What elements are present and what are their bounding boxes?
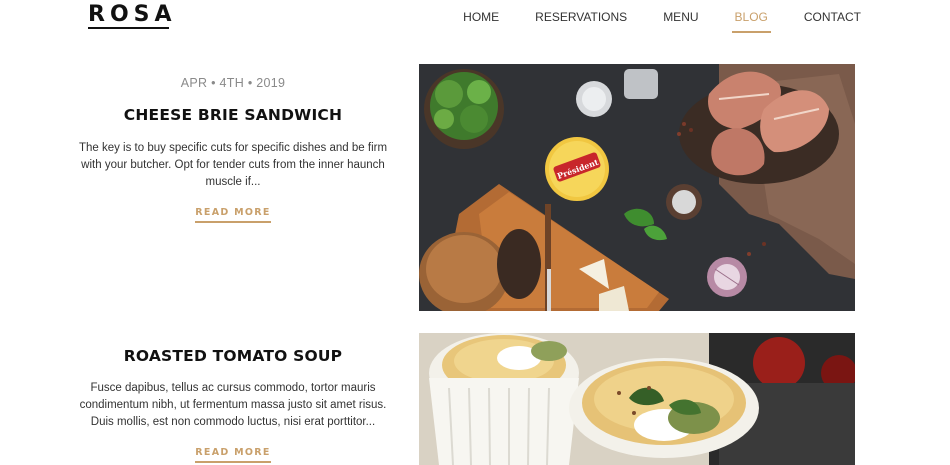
food-photo-brie: Président <box>419 64 855 311</box>
post-image[interactable]: Président <box>419 64 855 311</box>
post-excerpt: Fusce dapibus, tellus ac cursus commodo,… <box>79 382 387 428</box>
read-more-link[interactable]: READ MORE <box>195 207 271 223</box>
logo-underline <box>88 27 169 29</box>
food-photo-soup <box>419 333 855 465</box>
main-nav: HOME RESERVATIONS MENU BLOG CONTACT <box>427 10 861 33</box>
post-image[interactable] <box>419 333 855 465</box>
post-date: APR • 4TH • 2019 <box>180 76 286 90</box>
nav-blog[interactable]: BLOG <box>731 10 772 33</box>
nav-contact[interactable]: CONTACT <box>804 10 861 33</box>
site-logo[interactable]: ROSA <box>88 2 177 28</box>
read-more-link[interactable]: READ MORE <box>195 447 271 463</box>
post-title[interactable]: ROASTED TOMATO SOUP <box>78 347 388 365</box>
nav-reservations[interactable]: RESERVATIONS <box>535 10 627 33</box>
nav-home[interactable]: HOME <box>463 10 499 33</box>
post-excerpt: The key is to buy specific cuts for spec… <box>78 142 388 188</box>
post-title[interactable]: CHEESE BRIE SANDWICH <box>78 106 388 124</box>
nav-menu[interactable]: MENU <box>663 10 698 33</box>
